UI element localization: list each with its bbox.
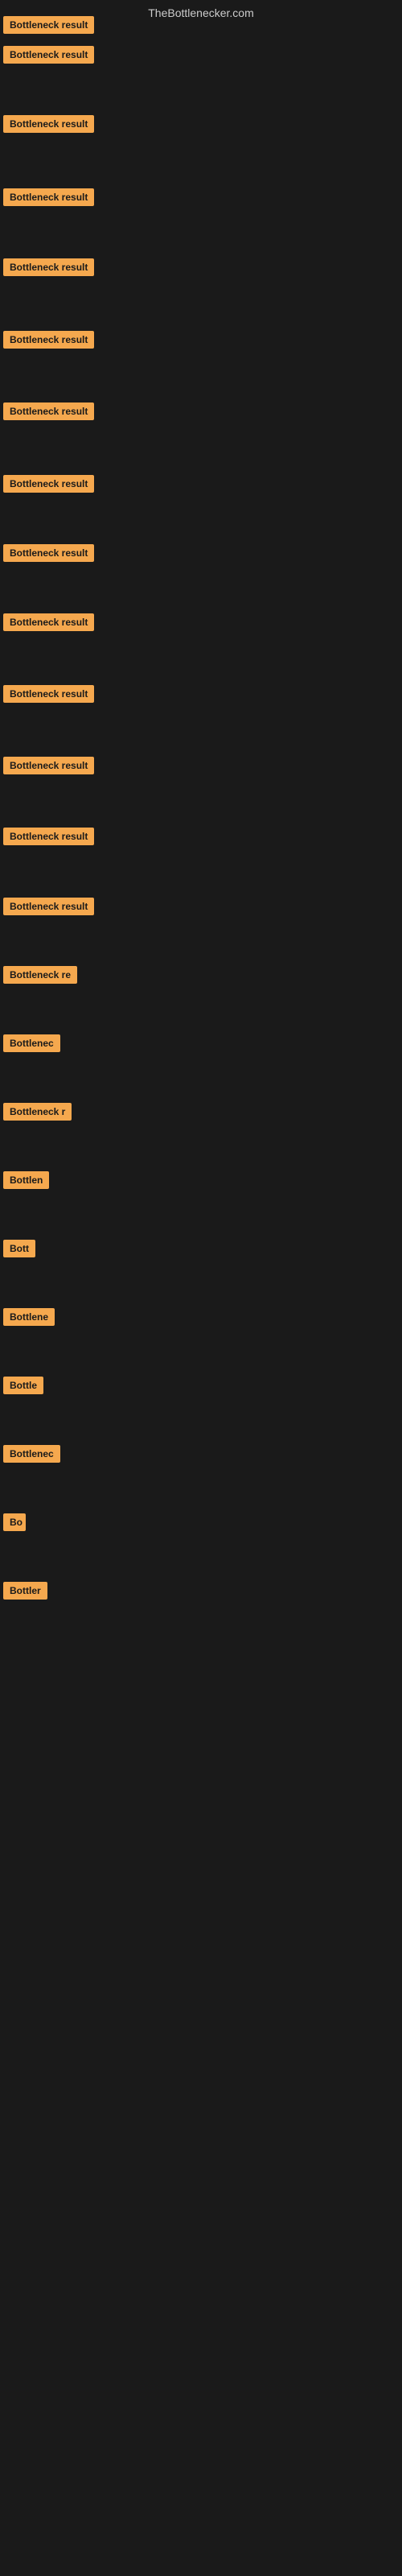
bottleneck-badge-23[interactable]: Bo xyxy=(3,1513,26,1531)
bottleneck-badge-1[interactable]: Bottleneck result xyxy=(3,16,94,34)
result-row-6: Bottleneck result xyxy=(3,331,94,353)
bottleneck-badge-19[interactable]: Bott xyxy=(3,1240,35,1257)
result-row-16: Bottlenec xyxy=(3,1034,60,1056)
bottleneck-badge-12[interactable]: Bottleneck result xyxy=(3,757,94,774)
bottleneck-badge-5[interactable]: Bottleneck result xyxy=(3,258,94,276)
result-row-14: Bottleneck result xyxy=(3,898,94,919)
bottleneck-badge-9[interactable]: Bottleneck result xyxy=(3,544,94,562)
bottleneck-badge-4[interactable]: Bottleneck result xyxy=(3,188,94,206)
result-row-1: Bottleneck result xyxy=(3,16,94,38)
result-row-5: Bottleneck result xyxy=(3,258,94,280)
bottleneck-badge-8[interactable]: Bottleneck result xyxy=(3,475,94,493)
bottleneck-badge-20[interactable]: Bottlene xyxy=(3,1308,55,1326)
bottleneck-badge-18[interactable]: Bottlen xyxy=(3,1171,49,1189)
result-row-9: Bottleneck result xyxy=(3,544,94,566)
result-row-21: Bottle xyxy=(3,1377,43,1398)
result-row-20: Bottlene xyxy=(3,1308,55,1330)
bottleneck-badge-14[interactable]: Bottleneck result xyxy=(3,898,94,915)
result-row-13: Bottleneck result xyxy=(3,828,94,849)
bottleneck-badge-15[interactable]: Bottleneck re xyxy=(3,966,77,984)
bottleneck-badge-11[interactable]: Bottleneck result xyxy=(3,685,94,703)
result-row-12: Bottleneck result xyxy=(3,757,94,778)
result-row-18: Bottlen xyxy=(3,1171,49,1193)
result-row-11: Bottleneck result xyxy=(3,685,94,707)
result-row-23: Bo xyxy=(3,1513,26,1535)
result-row-24: Bottler xyxy=(3,1582,47,1604)
result-row-22: Bottlenec xyxy=(3,1445,60,1467)
bottleneck-badge-10[interactable]: Bottleneck result xyxy=(3,613,94,631)
bottleneck-badge-17[interactable]: Bottleneck r xyxy=(3,1103,72,1121)
bottleneck-badge-3[interactable]: Bottleneck result xyxy=(3,115,94,133)
bottleneck-badge-6[interactable]: Bottleneck result xyxy=(3,331,94,349)
bottleneck-badge-7[interactable]: Bottleneck result xyxy=(3,402,94,420)
result-row-3: Bottleneck result xyxy=(3,115,94,137)
result-row-10: Bottleneck result xyxy=(3,613,94,635)
result-row-15: Bottleneck re xyxy=(3,966,77,988)
bottleneck-badge-2[interactable]: Bottleneck result xyxy=(3,46,94,64)
result-row-4: Bottleneck result xyxy=(3,188,94,210)
bottleneck-badge-21[interactable]: Bottle xyxy=(3,1377,43,1394)
result-row-19: Bott xyxy=(3,1240,35,1261)
result-row-17: Bottleneck r xyxy=(3,1103,72,1125)
bottleneck-badge-13[interactable]: Bottleneck result xyxy=(3,828,94,845)
result-row-7: Bottleneck result xyxy=(3,402,94,424)
page-container: TheBottlenecker.com Bottleneck resultBot… xyxy=(0,0,402,2576)
result-row-2: Bottleneck result xyxy=(3,46,94,68)
bottleneck-badge-22[interactable]: Bottlenec xyxy=(3,1445,60,1463)
bottleneck-badge-16[interactable]: Bottlenec xyxy=(3,1034,60,1052)
result-row-8: Bottleneck result xyxy=(3,475,94,497)
bottleneck-badge-24[interactable]: Bottler xyxy=(3,1582,47,1600)
